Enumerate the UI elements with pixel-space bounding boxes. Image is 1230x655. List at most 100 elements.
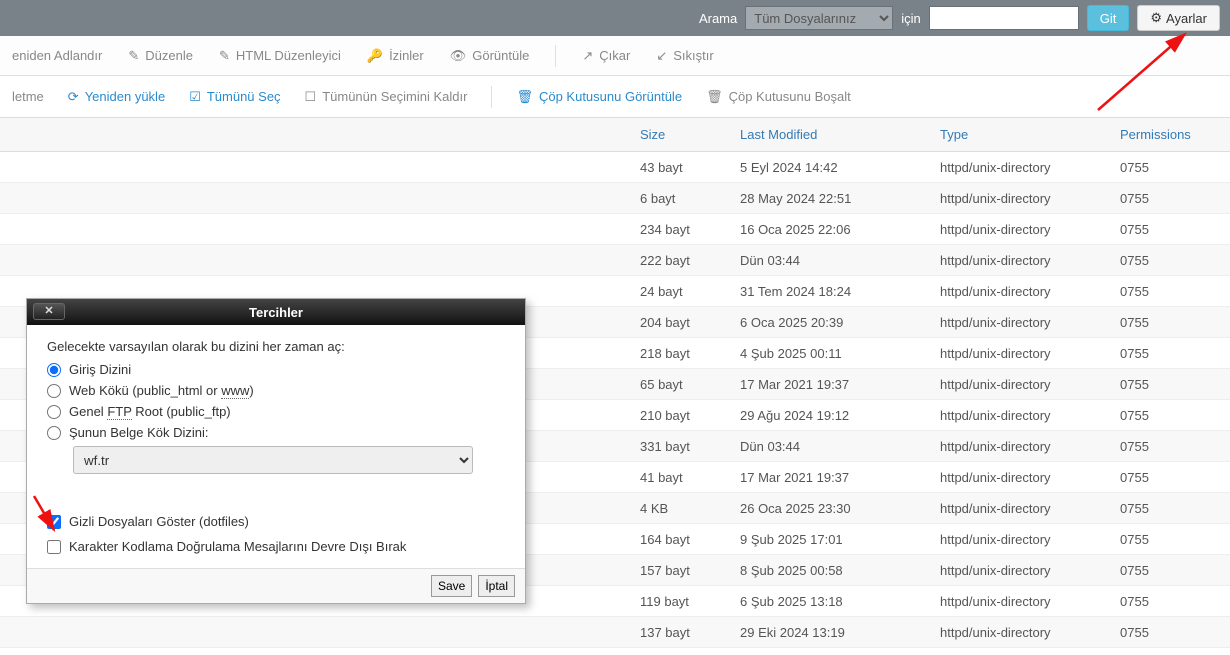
top-search-bar: Arama Tüm Dosyalarınız için Git ⚙ Ayarla…: [0, 0, 1230, 36]
dialog-description: Gelecekte varsayılan olarak bu dizini he…: [47, 339, 505, 354]
checkbox-charset[interactable]: [47, 540, 61, 554]
radio-row-webroot[interactable]: Web Kökü (public_html or www): [47, 383, 505, 398]
cell-type: httpd/unix-directory: [940, 346, 1120, 361]
cell-size: 157 bayt: [640, 563, 740, 578]
col-permissions[interactable]: Permissions: [1120, 127, 1230, 142]
table-row[interactable]: 6 bayt28 May 2024 22:51httpd/unix-direct…: [0, 183, 1230, 214]
docroot-select[interactable]: wf.tr: [73, 446, 473, 474]
cell-modified: 26 Oca 2025 23:30: [740, 501, 940, 516]
cell-size: 234 bayt: [640, 222, 740, 237]
radio-row-docroot[interactable]: Şunun Belge Kök Dizini:: [47, 425, 505, 440]
radio-home[interactable]: [47, 363, 61, 377]
radio-docroot-label: Şunun Belge Kök Dizini:: [69, 425, 208, 440]
cell-modified: 5 Eyl 2024 14:42: [740, 160, 940, 175]
cell-type: httpd/unix-directory: [940, 470, 1120, 485]
save-button[interactable]: Save: [431, 575, 472, 597]
cell-type: httpd/unix-directory: [940, 222, 1120, 237]
cell-size: 119 bayt: [640, 594, 740, 609]
eye-icon: 👁: [450, 48, 467, 64]
cell-size: 24 bayt: [640, 284, 740, 299]
cancel-button[interactable]: İptal: [478, 575, 515, 597]
cell-size: 137 bayt: [640, 625, 740, 640]
html-editor-action[interactable]: ✎HTML Düzenleyici: [219, 48, 341, 64]
forward-action[interactable]: letme: [12, 89, 44, 104]
cell-type: httpd/unix-directory: [940, 563, 1120, 578]
reload-label: Yeniden yükle: [85, 89, 165, 104]
reload-action[interactable]: ⟳ Yeniden yükle: [68, 89, 165, 105]
search-input[interactable]: [929, 6, 1079, 30]
cell-type: httpd/unix-directory: [940, 284, 1120, 299]
cell-type: httpd/unix-directory: [940, 594, 1120, 609]
view-trash-action[interactable]: 🗑 Çöp Kutusunu Görüntüle: [516, 89, 682, 105]
cell-size: 331 bayt: [640, 439, 740, 454]
cell-permissions: 0755: [1120, 563, 1230, 578]
for-label: için: [901, 11, 921, 26]
cell-permissions: 0755: [1120, 408, 1230, 423]
deselect-all-action[interactable]: ☐Tümünün Seçimini Kaldır: [305, 89, 468, 105]
cell-modified: 17 Mar 2021 19:37: [740, 377, 940, 392]
view-label: Görüntüle: [472, 48, 529, 63]
cell-type: httpd/unix-directory: [940, 315, 1120, 330]
radio-webroot[interactable]: [47, 384, 61, 398]
edit-action[interactable]: ✎Düzenle: [128, 48, 193, 64]
radio-row-home[interactable]: Giriş Dizini: [47, 362, 505, 377]
select-all-label: Tümünü Seç: [207, 89, 281, 104]
permissions-label: İzinler: [389, 48, 424, 63]
col-type[interactable]: Type: [940, 127, 1120, 142]
rename-label: eniden Adlandır: [12, 48, 102, 63]
settings-button[interactable]: ⚙ Ayarlar: [1137, 5, 1220, 31]
radio-row-ftp[interactable]: Genel FTP Root (public_ftp): [47, 404, 505, 419]
view-trash-label: Çöp Kutusunu Görüntüle: [539, 89, 682, 104]
toolbar-divider: [555, 45, 556, 67]
check-icon: ☑: [189, 89, 201, 105]
col-modified[interactable]: Last Modified: [740, 127, 940, 142]
checkbox-row-charset[interactable]: Karakter Kodlama Doğrulama Mesajlarını D…: [47, 539, 505, 554]
col-size[interactable]: Size: [640, 127, 740, 142]
cell-type: httpd/unix-directory: [940, 408, 1120, 423]
cell-modified: 29 Ağu 2024 19:12: [740, 408, 940, 423]
cell-permissions: 0755: [1120, 501, 1230, 516]
cell-size: 210 bayt: [640, 408, 740, 423]
cell-permissions: 0755: [1120, 160, 1230, 175]
table-row[interactable]: 43 bayt5 Eyl 2024 14:42httpd/unix-direct…: [0, 152, 1230, 183]
select-all-action[interactable]: ☑ Tümünü Seç: [189, 89, 280, 105]
go-button[interactable]: Git: [1087, 5, 1130, 31]
trash-icon: 🗑: [516, 89, 533, 105]
empty-trash-label: Çöp Kutusunu Boşalt: [729, 89, 851, 104]
dialog-close-button[interactable]: ✕: [33, 303, 65, 320]
extract-action[interactable]: ↗Çıkar: [582, 48, 630, 64]
search-label: Arama: [699, 11, 737, 26]
view-action[interactable]: 👁 Görüntüle: [450, 48, 530, 64]
cell-modified: Dün 03:44: [740, 253, 940, 268]
empty-trash-action[interactable]: 🗑 Çöp Kutusunu Boşalt: [706, 89, 851, 105]
cell-size: 6 bayt: [640, 191, 740, 206]
reload-icon: ⟳: [68, 89, 79, 105]
dialog-header[interactable]: ✕ Tercihler: [27, 299, 525, 325]
dialog-footer: Save İptal: [27, 568, 525, 603]
cell-size: 204 bayt: [640, 315, 740, 330]
table-row[interactable]: 234 bayt16 Oca 2025 22:06httpd/unix-dire…: [0, 214, 1230, 245]
rename-action[interactable]: eniden Adlandır: [12, 48, 102, 63]
cell-size: 164 bayt: [640, 532, 740, 547]
cell-permissions: 0755: [1120, 532, 1230, 547]
extract-label: Çıkar: [599, 48, 630, 63]
cell-type: httpd/unix-directory: [940, 501, 1120, 516]
permissions-action[interactable]: 🔑İzinler: [367, 48, 424, 64]
compress-action[interactable]: ↙Sıkıştır: [656, 48, 713, 64]
cell-type: httpd/unix-directory: [940, 160, 1120, 175]
checkbox-dotfiles[interactable]: [47, 515, 61, 529]
search-scope-select[interactable]: Tüm Dosyalarınız: [745, 6, 893, 30]
radio-webroot-label: Web Kökü (public_html or www): [69, 383, 254, 398]
radio-docroot[interactable]: [47, 426, 61, 440]
table-row[interactable]: 137 bayt29 Eki 2024 13:19httpd/unix-dire…: [0, 617, 1230, 648]
radio-ftp[interactable]: [47, 405, 61, 419]
checkbox-row-dotfiles[interactable]: Gizli Dosyaları Göster (dotfiles): [47, 514, 505, 529]
trash-icon: 🗑: [706, 89, 723, 105]
cell-type: httpd/unix-directory: [940, 377, 1120, 392]
cell-permissions: 0755: [1120, 315, 1230, 330]
cell-type: httpd/unix-directory: [940, 625, 1120, 640]
checkbox-dotfiles-label: Gizli Dosyaları Göster (dotfiles): [69, 514, 249, 529]
table-row[interactable]: 222 baytDün 03:44httpd/unix-directory075…: [0, 245, 1230, 276]
table-header-row: Size Last Modified Type Permissions: [0, 118, 1230, 152]
compress-icon: ↙: [656, 48, 667, 64]
